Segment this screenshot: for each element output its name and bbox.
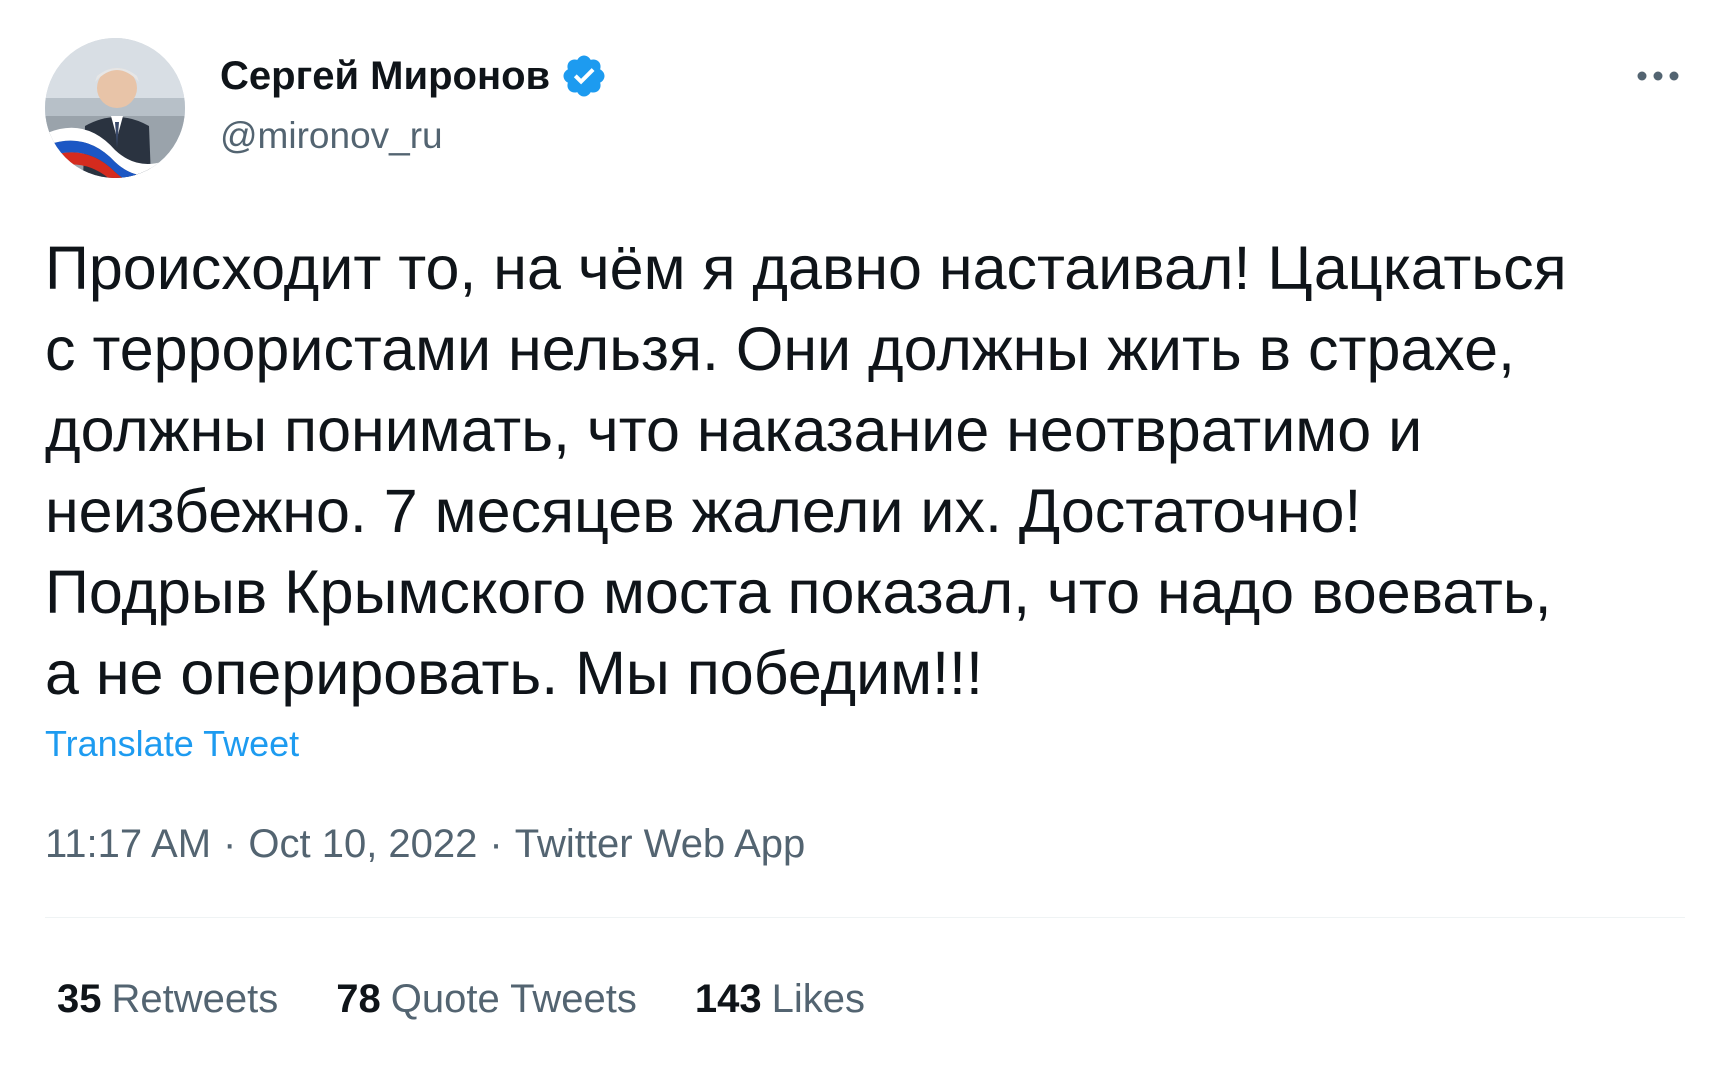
author-handle[interactable]: @mironov_ru	[220, 114, 443, 158]
retweets-label: Retweets	[111, 977, 279, 1021]
retweets-count: 35	[57, 977, 102, 1021]
tweet-text-line: неизбежно. 7 месяцев жалели их. Достаточ…	[45, 477, 1362, 545]
meta-separator: ·	[223, 822, 237, 866]
tweet-stats: 35 Retweets 78 Quote Tweets 143 Likes	[57, 975, 923, 1023]
tweet-metadata: 11:17 AM · Oct 10, 2022 · Twitter Web App	[45, 820, 805, 868]
more-options-icon[interactable]	[1630, 58, 1686, 94]
tweet-date[interactable]: Oct 10, 2022	[248, 822, 477, 866]
tweet-card: Сергей Миронов @mironov_ru Происходит то…	[0, 0, 1732, 1067]
tweet-text-line: Происходит то, на чём я давно настаивал!…	[45, 234, 1567, 302]
display-name-text: Сергей Миронов	[220, 54, 551, 98]
author-display-name[interactable]: Сергей Миронов	[220, 52, 608, 100]
tweet-text-line: должны понимать, что наказание неотврати…	[45, 396, 1423, 464]
likes-label: Likes	[771, 977, 865, 1021]
retweets-stat[interactable]: 35 Retweets	[57, 975, 278, 1023]
avatar[interactable]	[45, 38, 185, 178]
tweet-text-line: Подрыв Крымского моста показал, что надо…	[45, 558, 1552, 626]
translate-tweet-link[interactable]: Translate Tweet	[45, 722, 299, 766]
verified-badge-icon	[560, 52, 608, 100]
tweet-source[interactable]: Twitter Web App	[515, 822, 806, 866]
quote-tweets-label: Quote Tweets	[390, 977, 637, 1021]
tweet-time[interactable]: 11:17 AM	[45, 822, 211, 866]
quote-tweets-count: 78	[336, 977, 381, 1021]
quote-tweets-stat[interactable]: 78 Quote Tweets	[336, 975, 637, 1023]
tweet-text-line: с террористами нельзя. Они должны жить в…	[45, 315, 1515, 383]
divider	[45, 917, 1685, 918]
likes-stat[interactable]: 143 Likes	[695, 975, 865, 1023]
likes-count: 143	[694, 977, 762, 1021]
tweet-text: Происходит то, на чём я давно настаивал!…	[45, 228, 1695, 714]
tweet-text-line: а не оперировать. Мы победим!!!	[45, 639, 983, 707]
meta-separator: ·	[489, 822, 503, 866]
avatar-image	[45, 38, 185, 178]
